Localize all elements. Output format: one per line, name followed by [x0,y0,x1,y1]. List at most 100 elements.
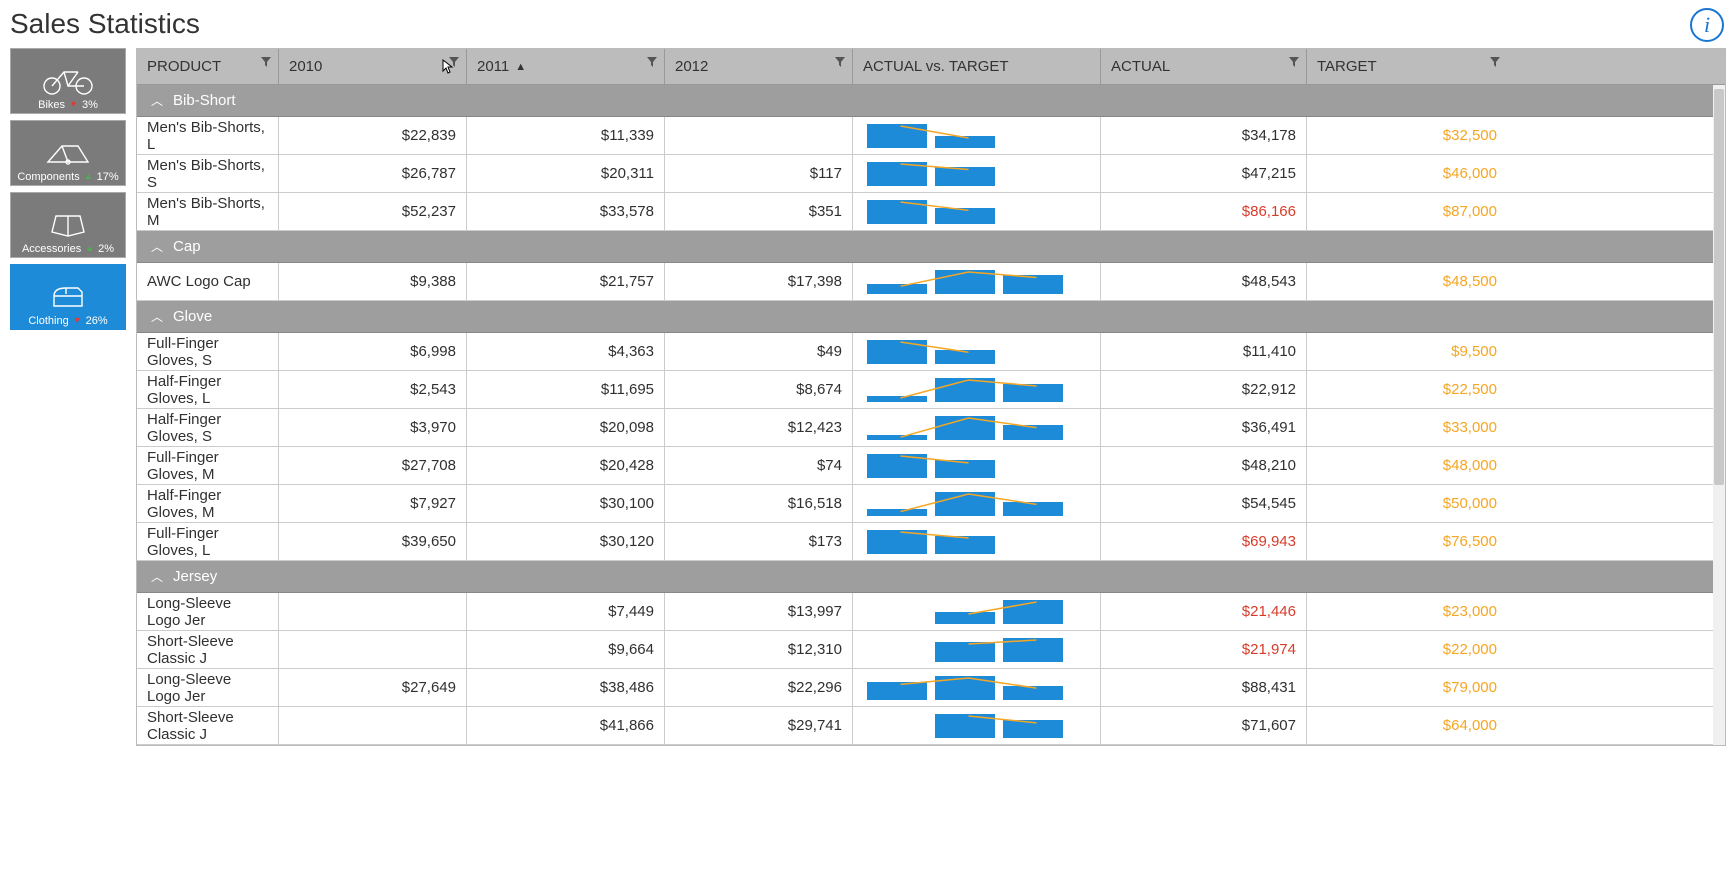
table-row[interactable]: Short-Sleeve Classic J$9,664$12,310$21,9… [137,631,1725,669]
spark-bar [935,378,995,402]
target-cell: $9,500 [1307,333,1507,370]
spark-bar [935,136,995,148]
spark-bar [867,509,927,515]
col-header-actual[interactable]: ACTUAL [1101,49,1307,84]
year-2011-cell: $11,339 [467,117,665,154]
col-header-target[interactable]: TARGET [1307,49,1507,84]
col-header-2011[interactable]: 2011 ▲ [467,49,665,84]
col-header-2010[interactable]: 2010 [279,49,467,84]
sparkline-cell [853,333,1101,370]
product-cell: Full-Finger Gloves, S [137,333,279,370]
year-2010-cell: $27,708 [279,447,467,484]
target-cell: $48,500 [1307,263,1507,300]
filter-icon[interactable] [448,55,460,72]
year-2011-cell: $7,449 [467,593,665,630]
product-cell: Men's Bib-Shorts, S [137,155,279,192]
spark-bar [935,460,995,477]
table-row[interactable]: Full-Finger Gloves, S$6,998$4,363$49$11,… [137,333,1725,371]
actual-cell: $47,215 [1101,155,1307,192]
table-row[interactable]: Short-Sleeve Classic J$41,866$29,741$71,… [137,707,1725,745]
table-row[interactable]: Long-Sleeve Logo Jer$27,649$38,486$22,29… [137,669,1725,707]
year-2012-cell [665,117,853,154]
spark-bar [867,530,927,554]
filter-icon[interactable] [1288,55,1300,72]
info-button[interactable]: i [1690,8,1724,42]
spark-bar [935,536,995,554]
category-tile-bikes[interactable]: Bikes ▼ 3% [10,48,126,114]
table-row[interactable]: AWC Logo Cap$9,388$21,757$17,398$48,543$… [137,263,1725,301]
year-2011-cell: $38,486 [467,669,665,706]
category-tile-clothing[interactable]: Clothing ▼ 26% [10,264,126,330]
col-header-label: ACTUAL [1111,58,1170,75]
group-header[interactable]: ︿Glove [137,301,1725,333]
sparkline-cell [853,155,1101,192]
col-header-label: 2011 [477,58,509,75]
sparkline-cell [853,707,1101,744]
year-2011-cell: $30,100 [467,485,665,522]
year-2010-cell: $27,649 [279,669,467,706]
table-row[interactable]: Half-Finger Gloves, S$3,970$20,098$12,42… [137,409,1725,447]
filter-icon[interactable] [646,55,658,72]
sales-grid: PRODUCT 2010 2011 ▲ [136,48,1726,746]
table-row[interactable]: Full-Finger Gloves, L$39,650$30,120$173$… [137,523,1725,561]
col-header-product[interactable]: PRODUCT [137,49,279,84]
sparkline-cell [853,523,1101,560]
table-row[interactable]: Men's Bib-Shorts, S$26,787$20,311$117$47… [137,155,1725,193]
table-row[interactable]: Men's Bib-Shorts, M$52,237$33,578$351$86… [137,193,1725,231]
product-cell: Long-Sleeve Logo Jer [137,669,279,706]
category-label: Clothing [28,315,68,327]
group-header[interactable]: ︿Jersey [137,561,1725,593]
actual-cell: $21,974 [1101,631,1307,668]
year-2011-cell: $20,098 [467,409,665,446]
info-icon: i [1704,12,1710,38]
table-row[interactable]: Half-Finger Gloves, L$2,543$11,695$8,674… [137,371,1725,409]
scrollbar-thumb[interactable] [1714,89,1724,485]
col-header-2012[interactable]: 2012 [665,49,853,84]
category-delta: 17% [97,171,119,183]
category-tile-components[interactable]: Components ▲ 17% [10,120,126,186]
year-2012-cell: $49 [665,333,853,370]
group-header[interactable]: ︿ Bib-Short [137,85,1725,117]
spark-bar [935,208,995,224]
spark-bar [867,396,927,402]
year-2010-cell: $3,970 [279,409,467,446]
year-2011-cell: $41,866 [467,707,665,744]
year-2012-cell: $12,310 [665,631,853,668]
table-row[interactable]: Men's Bib-Shorts, L$22,839$11,339$34,178… [137,117,1725,155]
chevron-up-icon: ︿ [151,92,163,109]
chevron-up-icon: ︿ [151,238,163,255]
col-header-label: TARGET [1317,58,1377,75]
product-cell: Half-Finger Gloves, S [137,409,279,446]
spark-bar [1003,425,1063,439]
year-2011-cell: $20,311 [467,155,665,192]
category-delta: 26% [86,315,108,327]
spark-bar [935,714,995,738]
spark-bar [935,492,995,516]
group-name: Cap [173,238,201,255]
table-row[interactable]: Full-Finger Gloves, M$27,708$20,428$74$4… [137,447,1725,485]
group-header[interactable]: ︿ Cap [137,231,1725,263]
actual-cell: $21,446 [1101,593,1307,630]
category-delta: 2% [98,243,114,255]
filter-icon[interactable] [1489,55,1501,72]
table-row[interactable]: Half-Finger Gloves, M$7,927$30,100$16,51… [137,485,1725,523]
category-tile-accessories[interactable]: Accessories ▲ 2% [10,192,126,258]
filter-icon[interactable] [834,55,846,72]
target-cell: $79,000 [1307,669,1507,706]
actual-cell: $48,210 [1101,447,1307,484]
col-header-label: PRODUCT [147,58,221,75]
spark-bar [1003,720,1063,737]
grid-header-row: PRODUCT 2010 2011 ▲ [137,49,1725,85]
spark-bar [1003,384,1063,402]
spark-bar [935,612,995,624]
target-cell: $22,000 [1307,631,1507,668]
year-2010-cell [279,707,467,744]
year-2012-cell: $117 [665,155,853,192]
col-header-actual-vs-target[interactable]: ACTUAL vs. TARGET [853,49,1101,84]
table-row[interactable]: Long-Sleeve Logo Jer$7,449$13,997$21,446… [137,593,1725,631]
filter-icon[interactable] [260,55,272,72]
group-name: Bib-Short [173,92,236,109]
year-2011-cell: $30,120 [467,523,665,560]
sparkline-cell [853,669,1101,706]
vertical-scrollbar[interactable] [1713,85,1725,745]
